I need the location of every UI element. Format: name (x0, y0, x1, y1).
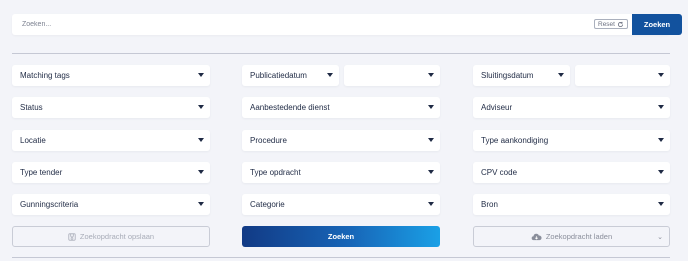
caret-down-icon (558, 73, 564, 77)
reset-label: Reset (598, 20, 615, 28)
filter-label: Publicatiedatum (250, 71, 307, 80)
filter-aanbestedende-dienst[interactable]: Aanbestedende dienst (242, 97, 440, 118)
divider (12, 257, 670, 258)
caret-down-icon (198, 202, 204, 206)
caret-down-icon (428, 170, 434, 174)
caret-down-icon (428, 105, 434, 109)
caret-down-icon (198, 170, 204, 174)
search-submit-button[interactable]: Zoeken (242, 226, 440, 247)
filter-label: Sluitingsdatum (481, 71, 534, 80)
caret-down-icon (428, 202, 434, 206)
filter-type-tender[interactable]: Type tender (12, 162, 210, 183)
filter-type-opdracht[interactable]: Type opdracht (242, 162, 440, 183)
save-icon (68, 232, 76, 241)
search-bar: Reset Zoeken (12, 14, 682, 35)
filter-cpv-code[interactable]: CPV code (473, 162, 670, 183)
filter-label: Gunningscriteria (20, 200, 79, 209)
load-search-button[interactable]: Zoekopdracht laden ⌄ (473, 226, 670, 247)
filter-adviseur[interactable]: Adviseur (473, 97, 670, 118)
save-search-button[interactable]: Zoekopdracht opslaan (12, 226, 210, 247)
caret-down-icon (198, 73, 204, 77)
divider (12, 53, 670, 54)
load-search-label: Zoekopdracht laden (545, 232, 613, 241)
caret-down-icon (658, 138, 664, 142)
reset-button[interactable]: Reset (594, 19, 628, 29)
caret-down-icon (428, 138, 434, 142)
filter-sluitingsdatum-type[interactable]: Sluitingsdatum (473, 65, 570, 86)
refresh-icon (617, 21, 624, 28)
caret-down-icon (658, 105, 664, 109)
cloud-download-icon (531, 233, 542, 241)
filter-sluitingsdatum-value[interactable] (575, 65, 670, 86)
search-input[interactable] (12, 14, 594, 35)
filter-label: Matching tags (20, 71, 70, 80)
filter-publicatiedatum-type[interactable]: Publicatiedatum (242, 65, 339, 86)
caret-down-icon (658, 202, 664, 206)
filter-label: Status (20, 103, 43, 112)
caret-down-icon (428, 73, 434, 77)
filter-label: CPV code (481, 168, 518, 177)
filter-procedure[interactable]: Procedure (242, 130, 440, 151)
filter-type-aankondiging[interactable]: Type aankondiging (473, 130, 670, 151)
caret-down-icon (198, 138, 204, 142)
filter-publicatiedatum-value[interactable] (344, 65, 440, 86)
filter-matching-tags[interactable]: Matching tags (12, 65, 210, 86)
caret-down-icon (658, 73, 664, 77)
filter-status[interactable]: Status (12, 97, 210, 118)
filter-label: Categorie (250, 200, 285, 209)
save-search-label: Zoekopdracht opslaan (79, 232, 155, 241)
filter-label: Type aankondiging (481, 136, 549, 145)
filter-bron[interactable]: Bron (473, 194, 670, 215)
filter-gunningscriteria[interactable]: Gunningscriteria (12, 194, 210, 215)
search-button[interactable]: Zoeken (632, 14, 682, 35)
caret-down-icon (327, 73, 333, 77)
chevron-down-icon: ⌄ (657, 234, 663, 241)
filter-label: Aanbestedende dienst (250, 103, 330, 112)
filter-categorie[interactable]: Categorie (242, 194, 440, 215)
caret-down-icon (198, 105, 204, 109)
filter-label: Procedure (250, 136, 287, 145)
filter-label: Locatie (20, 136, 46, 145)
filter-label: Type opdracht (250, 168, 301, 177)
caret-down-icon (658, 170, 664, 174)
filter-label: Type tender (20, 168, 63, 177)
filter-label: Adviseur (481, 103, 513, 112)
filter-locatie[interactable]: Locatie (12, 130, 210, 151)
filter-label: Bron (481, 200, 498, 209)
